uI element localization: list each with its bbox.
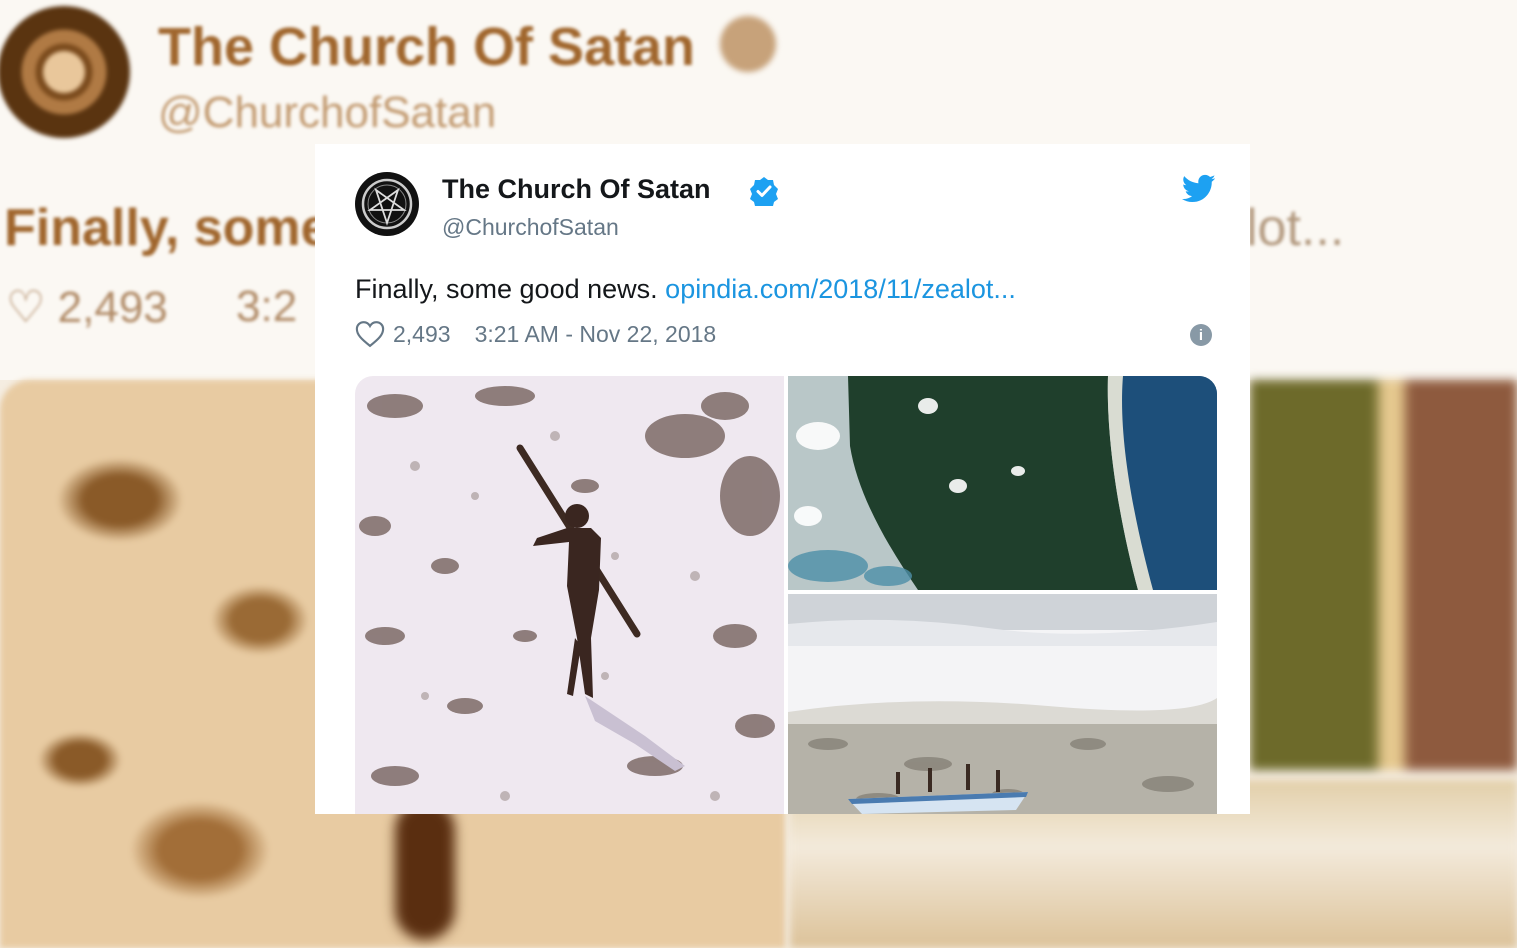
author-handle[interactable]: @ChurchofSatan [442, 214, 619, 241]
avatar[interactable] [355, 172, 419, 236]
tweet-meta: 2,493 3:21 AM - Nov 22, 2018 [355, 320, 716, 348]
tweet-card[interactable]: The Church Of Satan @ChurchofSatan Final… [315, 144, 1250, 814]
background-author-name: The Church Of Satan [158, 17, 696, 77]
tweet-link[interactable]: opindia.com/2018/11/zealot... [665, 274, 1016, 304]
photo-island-satellite[interactable] [788, 376, 1217, 590]
background-avatar [0, 6, 130, 138]
pentagram-logo-icon [361, 178, 413, 230]
background-figure [395, 800, 455, 940]
photo-man-on-beach[interactable] [355, 376, 784, 814]
verified-badge-icon [750, 177, 778, 206]
tweet-media-grid[interactable] [355, 376, 1217, 814]
heart-icon[interactable] [355, 320, 385, 348]
tweet-text: Finally, some good news. opindia.com/201… [355, 274, 1016, 305]
like-count[interactable]: 2,493 [393, 321, 451, 348]
author-name[interactable]: The Church Of Satan [442, 174, 711, 205]
background-like-count: ♡ 2,493 [6, 283, 168, 332]
twitter-bird-icon[interactable] [1182, 174, 1216, 204]
photo-beach-boat[interactable] [788, 594, 1217, 814]
background-verified-icon [720, 16, 776, 72]
background-handle: @ChurchofSatan [158, 88, 497, 137]
timestamp[interactable]: 3:21 AM - Nov 22, 2018 [475, 321, 717, 348]
background-timestamp: 3:2 [236, 282, 298, 331]
info-icon[interactable]: i [1190, 324, 1212, 346]
background-photo-right [1250, 380, 1517, 770]
tweet-body: Finally, some good news. [355, 274, 658, 304]
background-link-fragment: lot... [1246, 199, 1345, 257]
background-tweet-text: Finally, some [4, 199, 330, 257]
